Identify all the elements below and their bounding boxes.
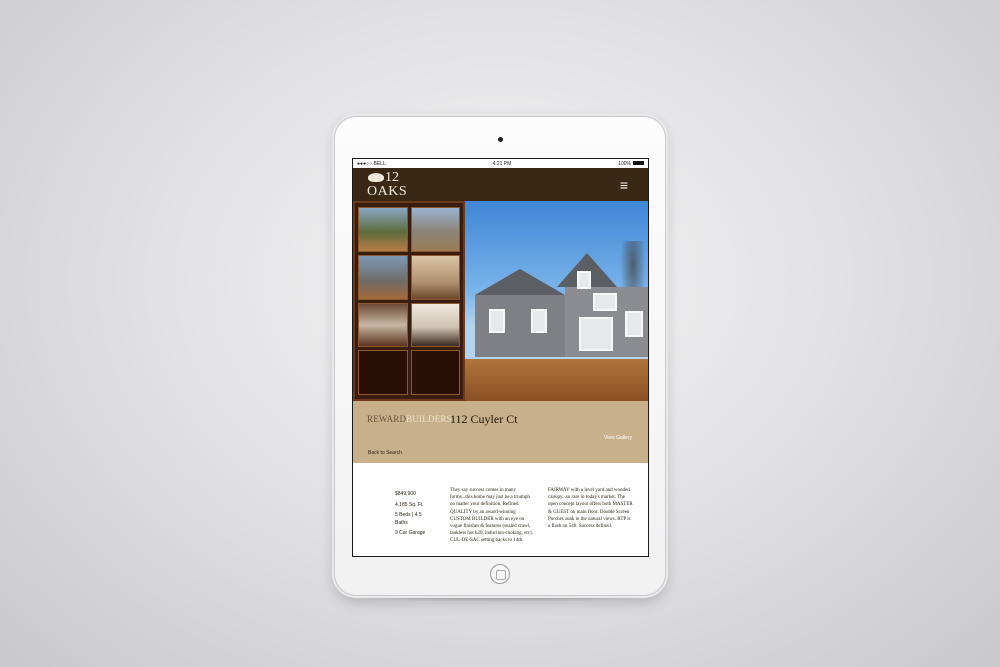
battery-indicator: 100%	[618, 161, 644, 167]
garage-label: 3 Car Garage	[395, 530, 426, 536]
builder-logo: REWARDBUILDERS	[367, 414, 452, 424]
camera-icon	[498, 137, 503, 142]
battery-label: 100%	[618, 160, 631, 167]
hamburger-menu-icon[interactable]: ≡	[620, 178, 628, 192]
oak-tree-icon	[368, 173, 384, 182]
thumbnail-image[interactable]	[410, 302, 460, 348]
thumbnail-image[interactable]	[358, 254, 408, 300]
battery-icon	[633, 161, 644, 166]
home-button[interactable]	[490, 564, 510, 584]
description-column-2: FAIRWAY with a level yard and wooded can…	[548, 488, 633, 530]
status-bar: ●●●○○ BELL 4:21 PM 100%	[353, 159, 648, 168]
carrier-label: ●●●○○ BELL	[357, 160, 386, 167]
builder-name-part2: BUILDERS	[406, 414, 452, 424]
thumbnail-empty	[410, 350, 460, 395]
logo-number: 12	[385, 170, 399, 185]
builder-name-part1: REWARD	[367, 414, 407, 424]
house-illustration	[475, 249, 648, 361]
view-gallery-link[interactable]: View Gallery	[604, 435, 632, 441]
clock-label: 4:21 PM	[492, 160, 512, 167]
tablet-device: ●●●○○ BELL 4:21 PM 100% 12 OAKS ≡ REWARD…	[334, 116, 666, 596]
thumbnail-empty	[358, 350, 408, 395]
listing-title: 112 Cuyler Ct	[450, 412, 518, 426]
main-house-photo	[465, 201, 648, 401]
thumbnail-image[interactable]	[358, 207, 408, 252]
site-header: 12 OAKS ≡	[353, 168, 648, 201]
sqft-label: 4,185 Sq. Ft.	[395, 501, 424, 508]
listing-hero	[353, 201, 648, 401]
tablet-screen: ●●●○○ BELL 4:21 PM 100% 12 OAKS ≡ REWARD…	[352, 158, 649, 557]
listing-specs: $849,900 4,185 Sq. Ft. 5 Beds | 4.5 Bath…	[395, 489, 429, 539]
logo-name: OAKS	[367, 184, 408, 199]
description-column-1: They say success comes in many forms...t…	[450, 488, 533, 544]
thumbnail-image[interactable]	[410, 254, 460, 300]
listing-details: $849,900 4,185 Sq. Ft. 5 Beds | 4.5 Bath…	[353, 463, 648, 547]
listing-title-band: REWARDBUILDERS 112 Cuyler Ct View Galler…	[353, 401, 648, 463]
site-logo[interactable]: 12 OAKS	[367, 171, 407, 199]
thumbnail-image[interactable]	[410, 207, 460, 252]
back-to-search-link[interactable]: Back to Search	[368, 450, 402, 456]
thumbnail-image[interactable]	[358, 302, 408, 348]
price-label: $849,900	[395, 491, 416, 497]
beds-baths-label: 5 Beds | 4.5 Baths	[395, 512, 422, 526]
dirt-yard	[465, 359, 648, 401]
thumbnail-grid	[353, 201, 465, 401]
